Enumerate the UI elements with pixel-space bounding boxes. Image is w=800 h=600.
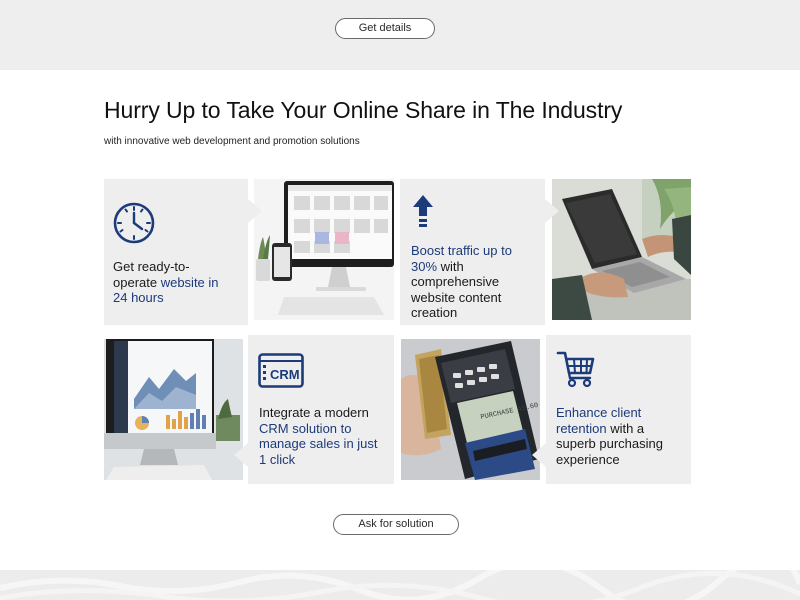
- feature-text-website: Get ready-to-operate website in 24 hours: [113, 259, 219, 305]
- arrow-up-icon: [412, 194, 434, 235]
- page-title: Hurry Up to Take Your Online Share in Th…: [104, 97, 623, 123]
- feature-text-crm: Integrate a modern CRM solution to manag…: [259, 405, 378, 467]
- tile-pointer: [248, 199, 262, 223]
- top-band: Get details: [0, 0, 800, 70]
- feature-tile-crm: CRM Integrate a modern CRM solution to m…: [248, 335, 394, 484]
- crm-icon-text: CRM: [270, 367, 300, 382]
- feature-tile-website: Get ready-to-operate website in 24 hours: [104, 179, 248, 325]
- ask-for-solution-button[interactable]: Ask for solution: [333, 514, 459, 535]
- bottom-band: [0, 570, 800, 600]
- crm-icon: CRM: [258, 353, 304, 394]
- photo-laptop-typing: [552, 179, 691, 320]
- tile-pointer: [545, 199, 559, 223]
- photo-desktop-monitor-ecommerce: [254, 179, 394, 320]
- tile-pointer: [234, 443, 248, 467]
- feature-text-retention: Enhance client retention with a superb p…: [556, 405, 663, 467]
- page-subtitle: with innovative web development and prom…: [104, 136, 360, 147]
- feature-tile-retention: Enhance client retention with a superb p…: [546, 335, 691, 484]
- shopping-cart-icon: [556, 349, 596, 394]
- clock-icon: [112, 201, 156, 250]
- tile-pointer: [532, 443, 546, 467]
- get-details-button[interactable]: Get details: [335, 18, 435, 39]
- feature-text-traffic: Boost traffic up to 30% with comprehensi…: [411, 243, 512, 320]
- photo-card-payment-terminal: PURCHASE 45.60: [401, 339, 540, 480]
- feature-tile-traffic: Boost traffic up to 30% with comprehensi…: [400, 179, 545, 325]
- photo-analytics-monitor: [104, 339, 243, 480]
